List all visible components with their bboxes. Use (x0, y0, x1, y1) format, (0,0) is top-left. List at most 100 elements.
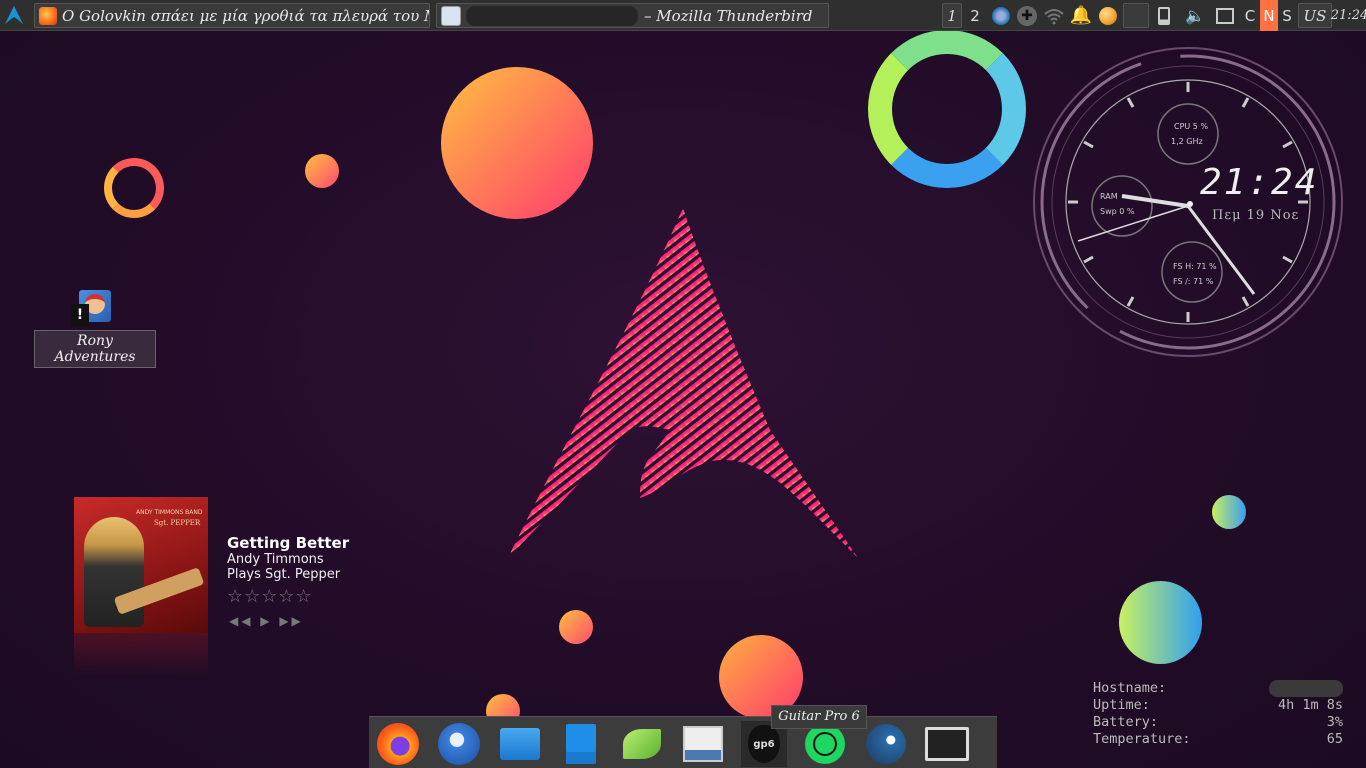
taskbar-item-firefox[interactable]: Ο Golovkin σπάει με μία γροθιά τα πλευρά… (34, 3, 430, 28)
thunderbird-icon (438, 723, 480, 765)
workspace-2[interactable]: 2 (965, 0, 985, 31)
scrolllock-indicator: S (1278, 0, 1296, 31)
game-icon: ! (71, 290, 111, 326)
rating-stars[interactable]: ☆☆☆☆☆ (227, 586, 313, 607)
temperature-label: Temperature: (1093, 731, 1191, 747)
uptime-value: 4h 1m 8s (1277, 697, 1343, 713)
monitor-icon (925, 727, 969, 761)
keyboard-layout-label: US (1303, 6, 1327, 25)
steam-icon (866, 724, 906, 764)
decor-circle-large (441, 67, 593, 219)
bell-icon: 🔔 (1069, 5, 1093, 26)
ram-label: RAM (1100, 192, 1118, 201)
dock-firefox[interactable] (375, 721, 421, 767)
battery-tray[interactable] (1152, 0, 1176, 31)
clock-date: Πεμ 19 Νοε (1212, 208, 1300, 223)
arch-menu-button[interactable] (0, 0, 28, 31)
warning-overlay-icon: ! (71, 304, 89, 326)
notifications-tray[interactable]: 🔔 (1068, 0, 1094, 31)
volume-tray[interactable]: 🔈 (1182, 0, 1208, 31)
album-cover: ANDY TIMMONS BAND Sgt. PEPPER (74, 497, 208, 633)
panel-clock[interactable]: 21:24 (1330, 0, 1366, 31)
wifi-tray[interactable] (1040, 0, 1068, 31)
leaf-note-icon (623, 729, 661, 759)
decor-circle-small (305, 154, 339, 188)
show-desktop-tray[interactable] (1213, 0, 1237, 31)
decor-circle-green-small (1212, 495, 1246, 529)
redacted-block (466, 5, 638, 26)
add-tray-icon[interactable]: ✚ (1014, 0, 1040, 31)
palette-icon (1099, 6, 1117, 25)
battery-icon (1158, 6, 1170, 25)
spotify-icon (805, 724, 845, 764)
dock-image-viewer[interactable] (680, 721, 726, 767)
hostname-label: Hostname: (1093, 680, 1167, 696)
taskbar-title-thunderbird: – Mozilla Thunderbird (644, 6, 813, 25)
desktop-icon-rony-adventures[interactable]: ! Rony Adventures (34, 290, 156, 368)
decor-ring-small (104, 158, 164, 218)
decor-circle-green-large (1119, 581, 1202, 664)
dock-display-settings[interactable] (924, 721, 970, 767)
decor-circle-tiny (559, 610, 593, 644)
fs-root-label: FS /: 71 % (1173, 277, 1214, 286)
plus-circle-icon: ✚ (1017, 5, 1037, 26)
playback-controls[interactable]: ◀◀ ▶ ▶▶ (229, 614, 304, 628)
numlock-label: N (1263, 6, 1275, 25)
sysinfo-widget: Hostname: Uptime: 4h 1m 8s Battery: 3% Tem… (1093, 680, 1343, 748)
track-artist: Andy Timmons (227, 552, 324, 567)
taskbar-item-thunderbird[interactable]: – Mozilla Thunderbird (436, 3, 829, 28)
firefox-icon (377, 723, 419, 765)
clock-digital-time: 21:24 (1200, 162, 1319, 203)
dock: gp6 (369, 716, 997, 768)
track-album: Plays Sgt. Pepper (227, 567, 341, 582)
dock-steam[interactable] (863, 721, 909, 767)
clock-widget: 21:24 Πεμ 19 Νοε CPU 5 % 1,2 GHz RAM Swp… (1030, 44, 1346, 360)
cpu-freq: 1,2 GHz (1171, 137, 1203, 146)
keyboard-layout[interactable]: US (1298, 3, 1332, 28)
dock-files[interactable] (497, 721, 543, 767)
battery-label: Battery: (1093, 714, 1159, 730)
paint-tray[interactable] (1094, 0, 1122, 31)
decor-ring-large (868, 30, 1026, 188)
redacted-hostname (1269, 680, 1343, 697)
arch-logo-wallpaper (508, 208, 858, 558)
battery-value: 3% (1326, 714, 1343, 730)
folder-icon (500, 728, 540, 760)
thunderbird-icon (441, 5, 461, 26)
wifi-icon (1044, 8, 1064, 24)
gp-label: gp6 (753, 738, 775, 750)
album-cover-title: Sgt. PEPPER (154, 519, 201, 527)
arch-icon (5, 6, 23, 24)
scrolllock-label: S (1282, 6, 1292, 25)
workspace-2-label: 2 (970, 6, 980, 25)
uptime-label: Uptime: (1093, 697, 1150, 713)
update-tray-icon[interactable] (988, 0, 1014, 31)
firefox-icon (39, 6, 57, 25)
dock-thunderbird[interactable] (436, 721, 482, 767)
album-reflection (74, 633, 208, 677)
temperature-value: 65 (1326, 731, 1343, 747)
dock-tooltip: Guitar Pro 6 (771, 705, 867, 729)
capslock-label: C (1244, 6, 1256, 25)
dock-writer[interactable] (558, 721, 604, 767)
document-icon (566, 724, 596, 764)
track-title: Getting Better (227, 534, 350, 552)
temperature-row: Temperature: 65 (1093, 731, 1343, 748)
workspace-1[interactable]: 1 (942, 3, 962, 28)
window-icon (1216, 7, 1234, 24)
taskbar-title-firefox: Ο Golovkin σπάει με μία γροθιά τα πλευρά… (62, 6, 430, 25)
album-cover-band: ANDY TIMMONS BAND (136, 509, 203, 516)
capslock-indicator: C (1241, 0, 1259, 31)
numlock-indicator: N (1260, 0, 1278, 31)
panel-clock-label: 21:24 (1330, 8, 1366, 23)
fs-home-label: FS H: 71 % (1173, 262, 1217, 271)
desktop-icon-label: Rony Adventures (34, 330, 156, 368)
hostname-row: Hostname: (1093, 680, 1343, 697)
swap-label: Swp 0 % (1100, 207, 1135, 216)
update-icon (992, 6, 1010, 25)
battery-row: Battery: 3% (1093, 714, 1343, 731)
cpu-label: CPU 5 % (1174, 122, 1209, 131)
dock-notes[interactable] (619, 721, 665, 767)
tray-empty-slot[interactable] (1123, 3, 1149, 28)
guitar-pick-icon: gp6 (748, 725, 780, 763)
